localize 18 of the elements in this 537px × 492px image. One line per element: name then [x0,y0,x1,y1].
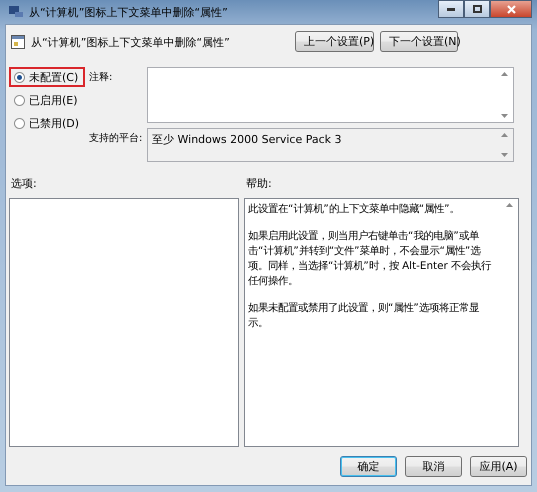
dialog-button[interactable]: 取消 [405,456,462,477]
options-label: 选项: [10,176,38,192]
setting-title: 从“计算机”图标上下文菜单中删除“属性” [31,35,231,50]
radio-label[interactable]: 已禁用(D) [29,116,80,130]
previous-setting-button[interactable]: 上一个设置(P) [295,31,374,52]
help-paragraph: 如果启用此设置，则当用户右键单击“我的电脑”或单击“计算机”并转到“文件”菜单时，不会显示“属性”选项。同样，当选择“计算机”时，按 Alt-Enter 不会执行任何操作。 [248,229,492,289]
radio-label[interactable]: 已启用(E) [29,92,78,108]
dialog-button[interactable]: 确定 [340,456,397,477]
dialog-button[interactable]: 应用(A) [470,456,527,477]
platform-value: 至少 Windows 2000 Service Pack 3 [151,132,343,148]
platform-label: 支持的平台: [89,132,142,146]
window-title: 从“计算机”图标上下文菜单中删除“属性” [29,4,229,20]
radio-label[interactable]: 未配置(C) [29,70,78,84]
comment-label: 注释: [89,70,112,85]
help-paragraph: 此设置在“计算机”的上下文菜单中隐藏“属性”。 [248,202,461,217]
next-setting-button[interactable]: 下一个设置(N) [380,31,458,52]
help-label: 帮助: [246,176,272,192]
help-paragraph: 如果未配置或禁用了此设置，则“属性”选项将正常显示。 [248,301,480,331]
